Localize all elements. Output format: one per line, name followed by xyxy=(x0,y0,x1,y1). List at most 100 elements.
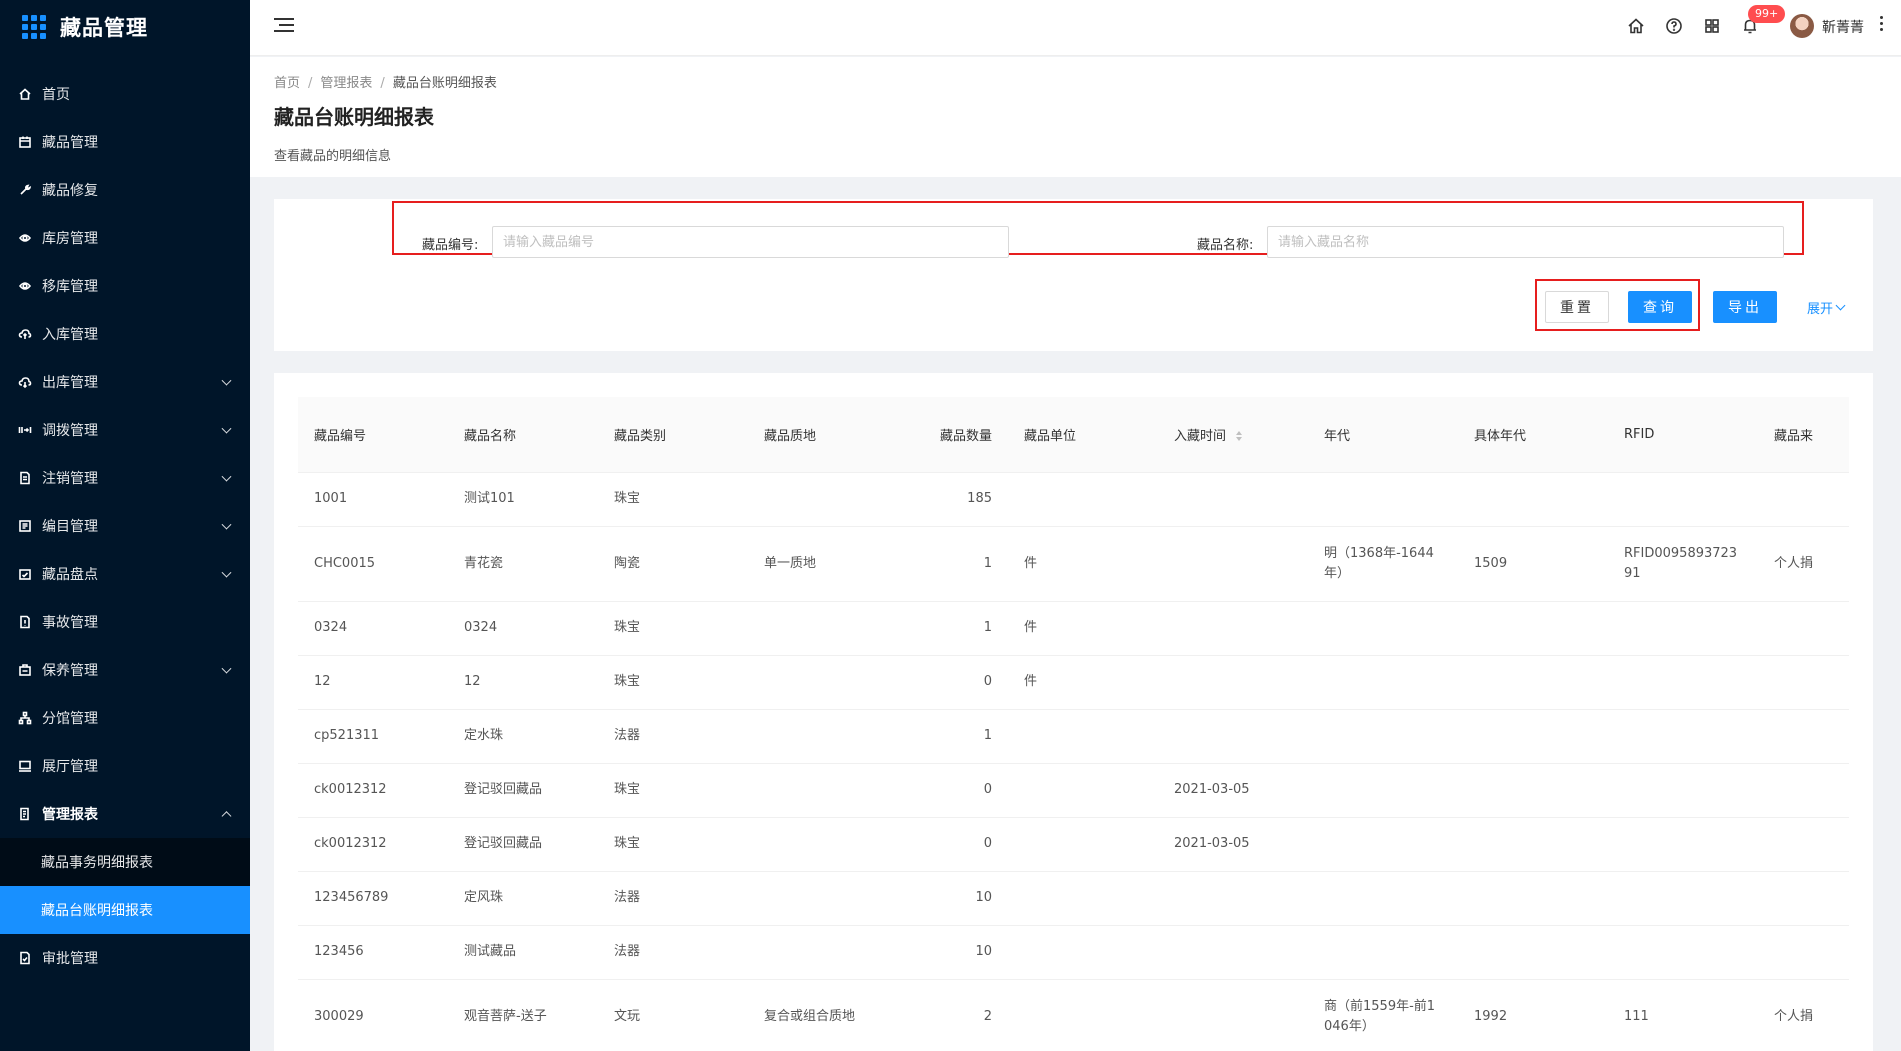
table-cell: 明（1368年-1644年） xyxy=(1308,526,1458,602)
sidebar-item-6[interactable]: 出库管理 xyxy=(0,358,250,406)
page-title: 藏品台账明细报表 xyxy=(274,105,434,129)
table-cell: 陶瓷 xyxy=(598,526,748,602)
breadcrumb-reports[interactable]: 管理报表 xyxy=(320,76,372,91)
sidebar-item-11[interactable]: 事故管理 xyxy=(0,598,250,646)
table-cell: 0324 xyxy=(298,601,448,656)
menu-fold-icon[interactable] xyxy=(274,18,294,38)
table-cell xyxy=(1158,979,1308,1051)
approval-icon xyxy=(18,951,32,965)
column-header-label: 入藏时间 xyxy=(1174,428,1227,444)
cloud-upload-icon xyxy=(18,327,32,341)
app-logo[interactable]: 藏品管理 xyxy=(0,0,250,54)
sidebar-item-label: 库房管理 xyxy=(42,231,98,247)
table-row[interactable]: ck0012312 登记驳回藏品 珠宝 0 2021-03-05 xyxy=(298,763,1849,818)
sidebar-item-15[interactable]: 管理报表 xyxy=(0,790,250,838)
sidebar-item-14[interactable]: 展厅管理 xyxy=(0,742,250,790)
sidebar-item-label: 保养管理 xyxy=(42,663,98,679)
query-button[interactable]: 查询 xyxy=(1628,291,1692,323)
more-icon[interactable] xyxy=(1880,16,1884,34)
table-scroll-area[interactable]: 藏品编号 藏品名称 藏品类别 藏品质地 藏品数量 藏品单位 入藏时间 年代 具体年代 RFID 藏品… xyxy=(298,397,1849,1051)
apps-grid-icon xyxy=(22,15,46,39)
avatar[interactable] xyxy=(1790,14,1814,38)
table-cell xyxy=(1458,925,1608,980)
column-header: 藏品类别 xyxy=(598,397,748,473)
sidebar-item-label: 注销管理 xyxy=(42,471,98,487)
expand-toggle[interactable]: 展开 xyxy=(1807,298,1846,317)
table-row[interactable]: 300029 观音菩萨-送子 文玩 复合或组合质地 2 商（前1559年-前1046年） 1… xyxy=(298,979,1849,1051)
chevron-up-icon xyxy=(221,811,232,822)
column-header[interactable]: 入藏时间 xyxy=(1158,397,1308,473)
table-cell xyxy=(1308,472,1458,527)
sidebar-item-label: 分馆管理 xyxy=(42,711,98,727)
sidebar-item-9[interactable]: 编目管理 xyxy=(0,502,250,550)
sidebar-item-4[interactable]: 移库管理 xyxy=(0,262,250,310)
table-cell xyxy=(1158,601,1308,656)
sidebar-item-label: 调拨管理 xyxy=(42,423,98,439)
sidebar-item-8[interactable]: 注销管理 xyxy=(0,454,250,502)
table-cell: 个人捐 xyxy=(1758,979,1849,1051)
table-cell xyxy=(1008,871,1158,926)
name-input[interactable] xyxy=(1267,226,1784,258)
table-cell: 定风珠 xyxy=(448,871,598,926)
chevron-down-icon xyxy=(221,663,232,674)
table-row[interactable]: ck0012312 登记驳回藏品 珠宝 0 2021-03-05 xyxy=(298,817,1849,872)
sidebar-item-2[interactable]: 藏品修复 xyxy=(0,166,250,214)
table-row[interactable]: 1001 测试101 珠宝 185 xyxy=(298,472,1849,527)
table-row[interactable]: cp521311 定水珠 法器 1 xyxy=(298,709,1849,764)
sidebar-item-1[interactable]: 藏品管理 xyxy=(0,118,250,166)
code-input[interactable] xyxy=(492,226,1009,258)
breadcrumb-home[interactable]: 首页 xyxy=(274,76,300,91)
table-cell xyxy=(748,709,898,764)
table-cell xyxy=(1008,763,1158,818)
table-cell: 2021-03-05 xyxy=(1158,817,1308,872)
table-cell xyxy=(1008,925,1158,980)
export-button[interactable]: 导出 xyxy=(1713,291,1777,323)
table-cell xyxy=(1008,472,1158,527)
sidebar-item-13[interactable]: 分馆管理 xyxy=(0,694,250,742)
table-row[interactable]: CHC0015 青花瓷 陶瓷 单一质地 1 件 明（1368年-1644年） 1509 RFID… xyxy=(298,526,1849,602)
sidebar-subitem-0[interactable]: 藏品事务明细报表 xyxy=(0,838,250,886)
table-row[interactable]: 12 12 珠宝 0 件 xyxy=(298,655,1849,710)
table-cell: 12 xyxy=(298,655,448,710)
table-cell: 珠宝 xyxy=(598,601,748,656)
table-row[interactable]: 123456789 定风珠 法器 10 xyxy=(298,871,1849,926)
table-cell: 观音菩萨-送子 xyxy=(448,979,598,1051)
table-row[interactable]: 0324 0324 珠宝 1 件 xyxy=(298,601,1849,656)
table-cell: 个人捐 xyxy=(1758,526,1849,602)
table-cell: 珠宝 xyxy=(598,472,748,527)
sidebar-item-3[interactable]: 库房管理 xyxy=(0,214,250,262)
table-cell xyxy=(1458,601,1608,656)
apps-icon[interactable] xyxy=(1703,17,1721,35)
table-cell xyxy=(1758,601,1849,656)
reset-button[interactable]: 重置 xyxy=(1545,291,1609,323)
table-cell xyxy=(1158,472,1308,527)
table-cell: 登记驳回藏品 xyxy=(448,817,598,872)
sidebar-item-7[interactable]: 调拨管理 xyxy=(0,406,250,454)
sidebar-item-10[interactable]: 藏品盘点 xyxy=(0,550,250,598)
sidebar-item-12[interactable]: 保养管理 xyxy=(0,646,250,694)
sidebar-item-5[interactable]: 入库管理 xyxy=(0,310,250,358)
table-cell xyxy=(1008,979,1158,1051)
table-cell: 法器 xyxy=(598,709,748,764)
table-cell: 复合或组合质地 xyxy=(748,979,898,1051)
column-header: 藏品来 xyxy=(1758,397,1849,473)
sidebar-item-a0[interactable]: 审批管理 xyxy=(0,934,250,982)
home-icon[interactable] xyxy=(1627,17,1645,35)
wrench-icon xyxy=(18,183,32,197)
sidebar-subitem-1[interactable]: 藏品台账明细报表 xyxy=(0,886,250,934)
table-cell xyxy=(1458,817,1608,872)
table-cell xyxy=(1308,925,1458,980)
table-cell: 文玩 xyxy=(598,979,748,1051)
search-form: 藏品编号: 藏品名称: 重置 查询 导出 展开 xyxy=(274,199,1873,351)
sidebar-item-label: 藏品盘点 xyxy=(42,567,98,583)
table-cell: 法器 xyxy=(598,871,748,926)
table-cell: 件 xyxy=(1008,601,1158,656)
sidebar-item-0[interactable]: 首页 xyxy=(0,70,250,118)
username[interactable]: 靳菁菁 xyxy=(1822,17,1864,37)
sort-icon[interactable] xyxy=(1236,431,1243,442)
table-row[interactable]: 123456 测试藏品 法器 10 xyxy=(298,925,1849,980)
table-header-row: 藏品编号 藏品名称 藏品类别 藏品质地 藏品数量 藏品单位 入藏时间 年代 具体年代 RFID 藏品… xyxy=(298,397,1849,473)
help-icon[interactable] xyxy=(1665,17,1683,35)
table-cell: 12 xyxy=(448,655,598,710)
table-cell: RFID009589372391 xyxy=(1608,526,1758,602)
